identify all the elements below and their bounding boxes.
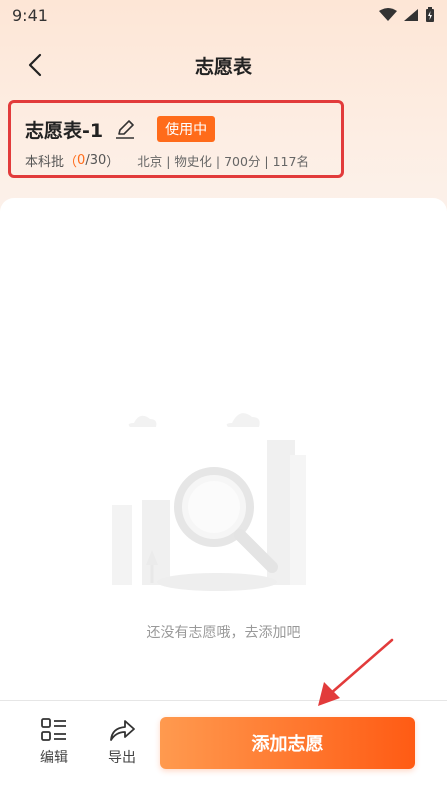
empty-search-illustration (112, 413, 306, 591)
status-bar: 9:41 (0, 0, 447, 30)
card-details: 本科批 （ 0 / 30 ） 北京 | 物史化 | 700分 | 117名 (25, 151, 327, 170)
edit-pencil-icon[interactable] (113, 117, 137, 141)
batch-label: 本科批 (25, 155, 65, 170)
chevron-left-icon (28, 53, 42, 77)
add-volunteer-button[interactable]: 添加志愿 (160, 717, 415, 769)
list-edit-icon (41, 718, 66, 741)
wifi-icon (379, 8, 397, 21)
count-current: 0 (77, 153, 86, 168)
back-button[interactable] (18, 48, 52, 82)
count-open-paren: （ (64, 155, 78, 170)
status-icons (379, 7, 435, 23)
annotation-arrow-icon (318, 638, 394, 706)
nav-bar: 志愿表 (0, 42, 447, 88)
edit-button[interactable]: 编辑 (29, 717, 79, 767)
count-close-paren: ） (106, 155, 120, 170)
signal-icon (404, 9, 418, 21)
battery-icon (426, 7, 434, 22)
edit-label: 编辑 (40, 750, 68, 766)
export-button[interactable]: 导出 (97, 717, 147, 767)
page-title: 志愿表 (194, 55, 252, 78)
status-time: 9:41 (12, 5, 48, 25)
form-meta: 北京 | 物史化 | 700分 | 117名 (137, 154, 309, 169)
count-total: 30 (89, 153, 107, 168)
form-title: 志愿表-1 (25, 119, 104, 142)
export-label: 导出 (108, 750, 136, 766)
card-header: 志愿表-1 使用中 (25, 113, 327, 145)
volunteer-form-card[interactable]: 志愿表-1 使用中 本科批 （ 0 / 30 ） 北京 | 物史化 | 700分… (8, 100, 344, 178)
share-arrow-icon (110, 720, 135, 741)
status-badge: 使用中 (157, 116, 216, 142)
